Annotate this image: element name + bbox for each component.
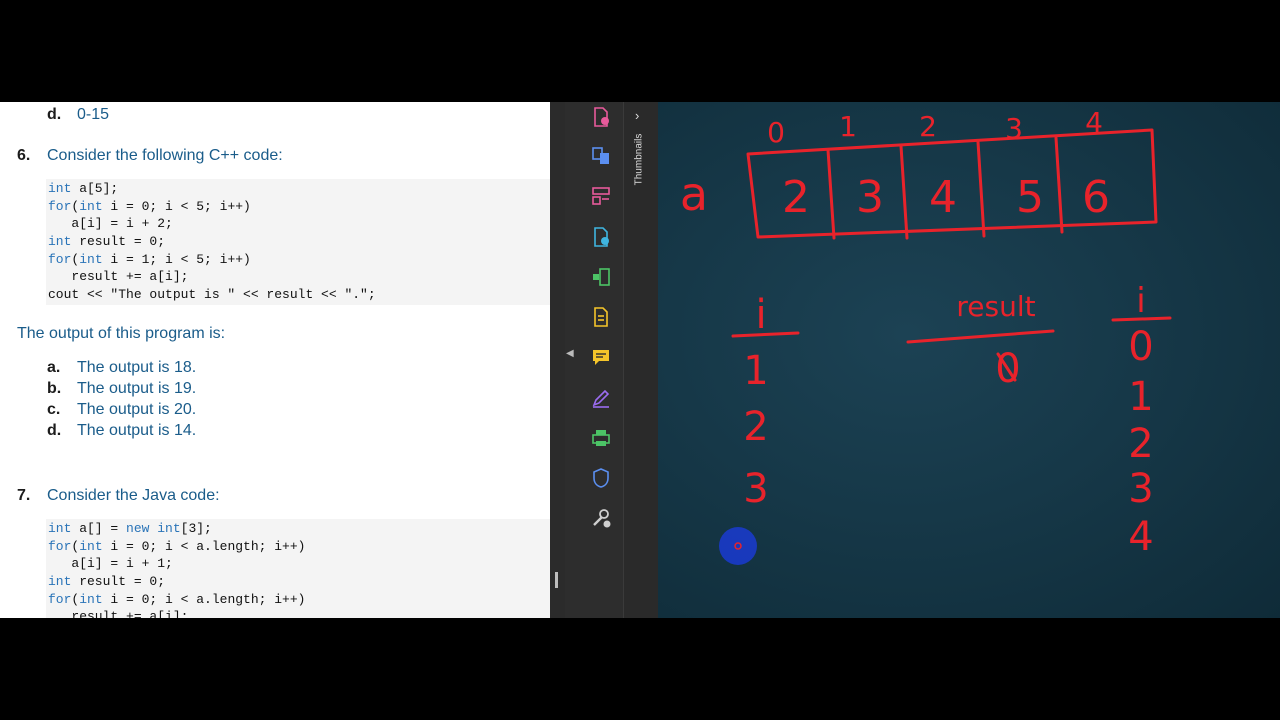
option-key: b.	[47, 380, 62, 397]
splitter-grip-handle[interactable]	[555, 572, 558, 588]
protect-icon[interactable]	[587, 464, 615, 492]
pdf-export-icon[interactable]	[587, 103, 615, 131]
expand-chevron-icon[interactable]: ›	[635, 108, 639, 123]
right-column-value: 4	[1128, 514, 1153, 560]
code-line: for(int i = 0; i < a.length; i++)	[48, 538, 306, 554]
underline-result	[906, 329, 1055, 344]
comment-icon[interactable]	[587, 343, 615, 371]
option-key: a.	[47, 359, 61, 376]
code-line: a[i] = i + 2;	[48, 216, 173, 232]
question-6-code-block: int a[5]; for(int i = 0; i < 5; i++) a[i]…	[46, 179, 550, 305]
array-value: 4	[929, 172, 957, 223]
left-column-value: 1	[743, 348, 768, 394]
option-key: d.	[47, 106, 62, 123]
right-column-value: 0	[1128, 324, 1153, 370]
array-index: 0	[767, 116, 785, 149]
chalkboard-canvas: a 0 1 2 3 4 2 3 4 5 6 i 1 2 3 result 0 i 0 1 2 3 4	[658, 102, 1280, 618]
array-value: 2	[782, 172, 810, 223]
array-divider	[899, 144, 909, 240]
left-column-value: 2	[743, 404, 768, 450]
code-line: result += a[i];	[48, 269, 189, 285]
option-text: The output is 19.	[77, 380, 197, 397]
collapse-arrow-icon[interactable]: ◀	[566, 348, 578, 360]
pane-splitter[interactable]	[550, 102, 565, 618]
array-index: 3	[1005, 112, 1023, 145]
create-pdf-icon[interactable]	[587, 223, 615, 251]
code-line: int a[] = new int[3];	[48, 521, 212, 536]
thumbnails-label: Thumbnails	[633, 133, 645, 186]
code-line: a[i] = i + 1;	[48, 556, 173, 572]
right-column-value: 3	[1128, 466, 1153, 512]
array-value: 3	[856, 172, 884, 223]
code-line: for(int i = 0; i < a.length; i++)	[48, 591, 306, 607]
array-index: 1	[839, 110, 857, 143]
array-index: 4	[1085, 106, 1103, 139]
code-line: int result = 0;	[48, 574, 166, 590]
array-value: 6	[1082, 172, 1110, 223]
option-key: d.	[47, 422, 62, 439]
right-column-value: 1	[1128, 374, 1153, 420]
array-divider	[826, 148, 836, 240]
code-line: int result = 0;	[48, 234, 166, 250]
option-key: c.	[47, 401, 61, 418]
array-index: 2	[919, 110, 937, 143]
question-6-output-prompt: The output of this program is:	[17, 325, 226, 342]
code-line: int a[5];	[48, 181, 119, 196]
question-6-prompt: Consider the following C++ code:	[47, 147, 283, 164]
option-text: The output is 18.	[77, 359, 197, 376]
question-7-number: 7.	[17, 487, 31, 504]
question-7-code-block: int a[] = new int[3]; for(int i = 0; i < …	[46, 519, 550, 618]
code-line: for(int i = 1; i < 5; i++)	[48, 251, 251, 267]
question-7-prompt: Consider the Java code:	[47, 487, 220, 504]
middle-column-header: result	[956, 290, 1035, 323]
left-column-header: i	[755, 292, 766, 338]
pen-cursor-icon	[719, 527, 757, 565]
option-text: The output is 14.	[77, 422, 197, 439]
right-column-header: i	[1136, 281, 1145, 321]
array-divider	[1054, 136, 1064, 234]
array-divider	[976, 140, 986, 238]
array-value: 5	[1016, 172, 1044, 223]
combine-files-icon[interactable]	[587, 142, 615, 170]
code-line: result += a[i];	[48, 609, 189, 618]
tools-rail: ◀	[565, 102, 623, 618]
array-name: a	[680, 167, 708, 221]
code-line: cout << "The output is " << result << ".…	[48, 287, 376, 303]
question-6-number: 6.	[17, 147, 31, 164]
more-tools-icon[interactable]	[587, 504, 615, 532]
left-column-value: 3	[743, 466, 768, 512]
edit-pdf-icon[interactable]	[587, 303, 615, 331]
print-production-icon[interactable]	[587, 424, 615, 452]
compress-icon[interactable]	[587, 263, 615, 291]
thumbnails-panel[interactable]: › Thumbnails	[623, 102, 659, 618]
organize-pages-icon[interactable]	[587, 182, 615, 210]
chalkboard-drawing: a0 1 2 3 42 3 4 5 6i123result0i01234	[680, 106, 1172, 565]
middle-column-value: 0	[995, 346, 1020, 392]
fill-sign-icon[interactable]	[587, 384, 615, 412]
code-line: for(int i = 0; i < 5; i++)	[48, 198, 251, 214]
option-text: The output is 20.	[77, 401, 197, 418]
right-column-value: 2	[1128, 421, 1153, 467]
option-text: 0-15	[77, 106, 110, 123]
document-page: d. 0-15 6. Consider the following C++ co…	[0, 102, 550, 618]
